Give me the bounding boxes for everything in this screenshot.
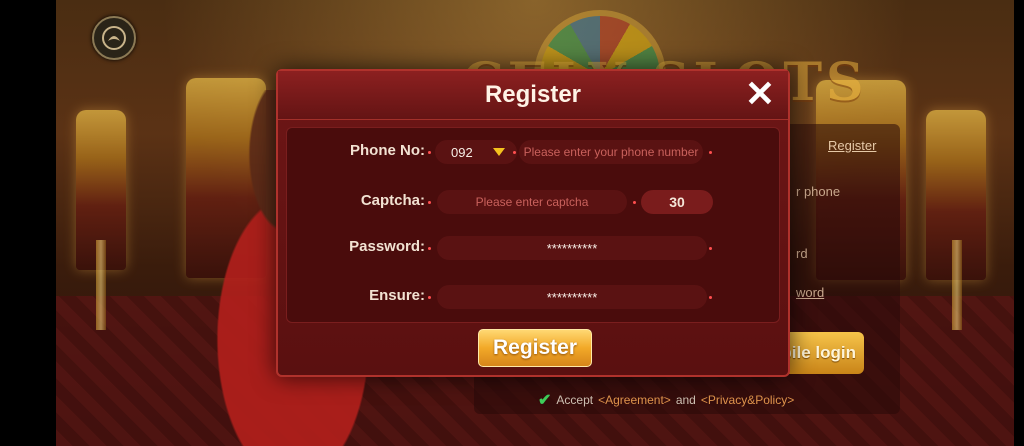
required-indicator [709, 247, 712, 250]
accept-label: Accept [556, 393, 594, 407]
register-dialog: Register ✕ Phone No: 092 Please enter yo… [276, 69, 790, 377]
required-indicator [633, 201, 636, 204]
rope-post [96, 240, 106, 330]
agreement-row: ✔ Accept <Agreement> and <Privacy&Policy… [538, 390, 794, 410]
register-form: Phone No: 092 Please enter your phone nu… [286, 127, 780, 323]
phone-input[interactable]: Please enter your phone number [519, 140, 703, 164]
required-indicator [428, 247, 431, 250]
chevron-down-icon [493, 148, 505, 156]
confirm-password-input[interactable]: ********** [437, 285, 707, 309]
login-password-field[interactable]: rd [796, 246, 808, 261]
dialog-title: Register [484, 81, 582, 108]
register-link[interactable]: Register [828, 138, 876, 153]
password-input[interactable]: ********** [437, 236, 707, 260]
close-icon[interactable]: ✕ [742, 76, 778, 113]
agreement-link[interactable]: <Agreement> [598, 393, 671, 407]
register-submit-button[interactable]: Register [478, 329, 592, 367]
rope-post [952, 240, 962, 330]
privacy-policy-link[interactable]: <Privacy&Policy> [701, 393, 794, 407]
required-indicator [513, 151, 516, 154]
and-label: and [675, 393, 696, 407]
avatar-icon[interactable] [92, 16, 136, 60]
login-phone-field[interactable]: r phone [796, 184, 840, 199]
country-code-value: 092 [451, 144, 473, 160]
country-code-select[interactable]: 092 [435, 140, 517, 164]
captcha-countdown-button[interactable]: 30 [641, 190, 713, 214]
phone-label: Phone No: [350, 142, 425, 159]
required-indicator [428, 201, 431, 204]
dialog-header: Register ✕ [278, 71, 788, 120]
forgot-password-link[interactable]: word [796, 285, 824, 300]
required-indicator [709, 296, 712, 299]
password-label: Password: [349, 238, 425, 255]
required-indicator [428, 296, 431, 299]
required-indicator [709, 151, 712, 154]
captcha-label: Captcha: [360, 192, 425, 209]
required-indicator [428, 151, 431, 154]
checkmark-icon[interactable]: ✔ [538, 390, 551, 410]
ensure-label: Ensure: [369, 287, 425, 304]
captcha-input[interactable]: Please enter captcha [437, 190, 627, 214]
